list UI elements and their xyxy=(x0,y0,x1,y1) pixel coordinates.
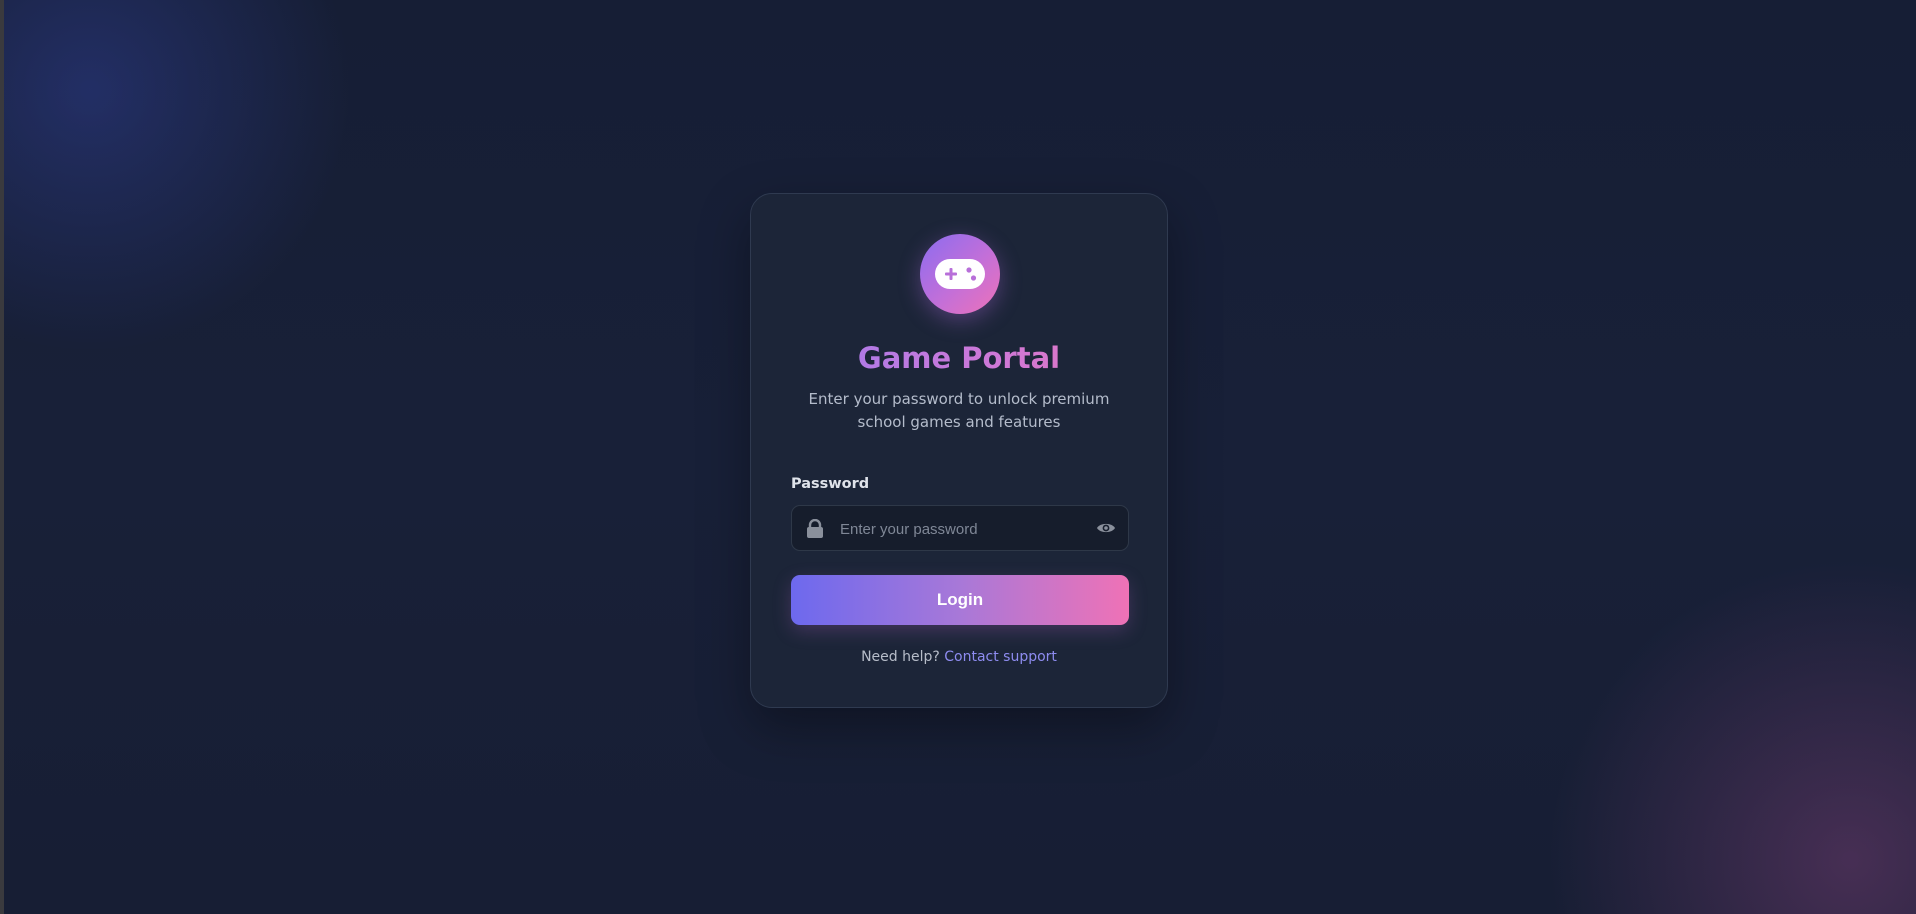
login-card: Game Portal Enter your password to unloc… xyxy=(750,193,1168,708)
page-subtitle: Enter your password to unlock premium sc… xyxy=(808,390,1110,431)
login-button[interactable]: Login xyxy=(791,575,1129,625)
window-edge xyxy=(0,0,4,914)
contact-support-link[interactable]: Contact support xyxy=(944,649,1057,665)
page-title: Game Portal xyxy=(751,340,1167,376)
gamepad-icon xyxy=(935,259,985,289)
logo-badge xyxy=(920,234,1000,314)
password-input[interactable] xyxy=(838,506,1082,552)
lock-icon xyxy=(806,518,824,543)
password-label: Password xyxy=(791,476,870,492)
help-line: Need help? Contact support xyxy=(751,649,1167,665)
help-prompt: Need help? xyxy=(861,649,940,665)
eye-icon[interactable] xyxy=(1096,520,1116,540)
password-field xyxy=(791,505,1129,552)
